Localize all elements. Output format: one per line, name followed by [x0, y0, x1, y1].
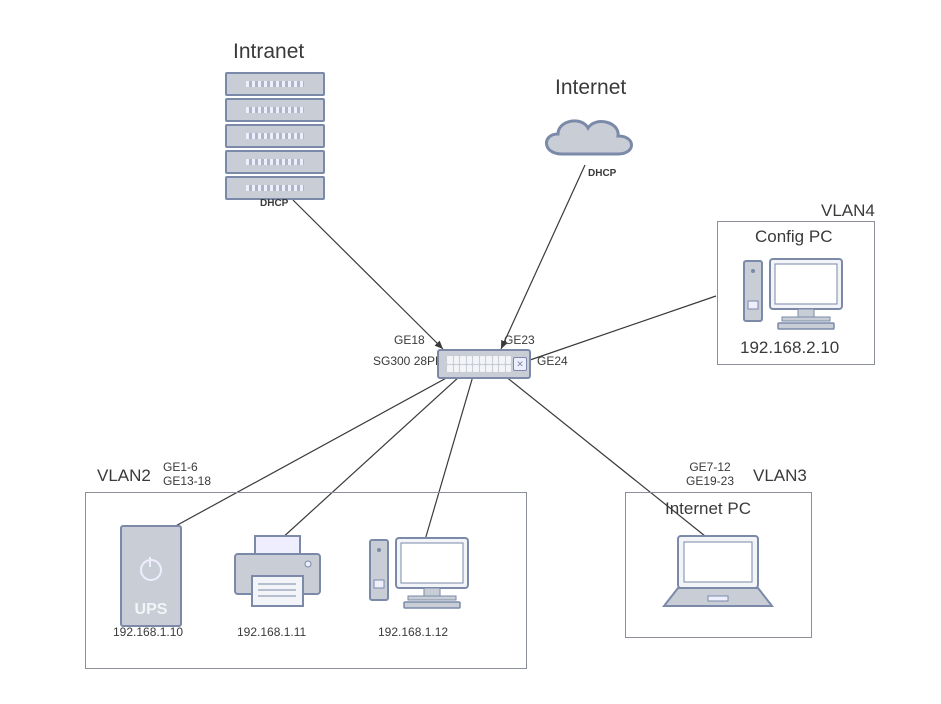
ups-icon: UPS: [120, 525, 182, 627]
vlan2-name: VLAN2: [97, 466, 151, 486]
ups-label: UPS: [135, 601, 168, 619]
vlan4-device: Config PC: [755, 227, 832, 247]
vlan3-name: VLAN3: [753, 466, 807, 486]
port-ge18: GE18: [394, 333, 425, 347]
config-pc-icon: [742, 251, 852, 336]
laptop-icon: [658, 530, 778, 615]
intranet-proto: DHCP: [260, 198, 288, 209]
vlan2-ports: GE1-6 GE13-18: [163, 460, 211, 488]
intranet-title: Intranet: [233, 40, 304, 64]
printer-ip: 192.168.1.11: [237, 625, 306, 639]
internet-title: Internet: [555, 76, 626, 100]
ups-ip: 192.168.1.10: [113, 625, 183, 639]
port-ge23: GE23: [504, 333, 535, 347]
printer-icon: [230, 534, 325, 614]
vlan4-ip: 192.168.2.10: [740, 338, 839, 358]
internet-proto: DHCP: [588, 168, 616, 179]
server-icon: [225, 72, 325, 202]
switch-model: SG300 28PP: [373, 354, 443, 368]
cloud-icon: [532, 106, 642, 166]
port-ge24: GE24: [537, 354, 568, 368]
vlan3-ports: GE7-12 GE19-23: [686, 460, 734, 488]
vlan2-pc-icon: [368, 530, 478, 615]
switch-icon: ✕: [437, 349, 531, 379]
vlan4-name: VLAN4: [821, 201, 875, 221]
vlan3-device: Internet PC: [665, 499, 751, 519]
vlan2-pc-ip: 192.168.1.12: [378, 625, 448, 639]
